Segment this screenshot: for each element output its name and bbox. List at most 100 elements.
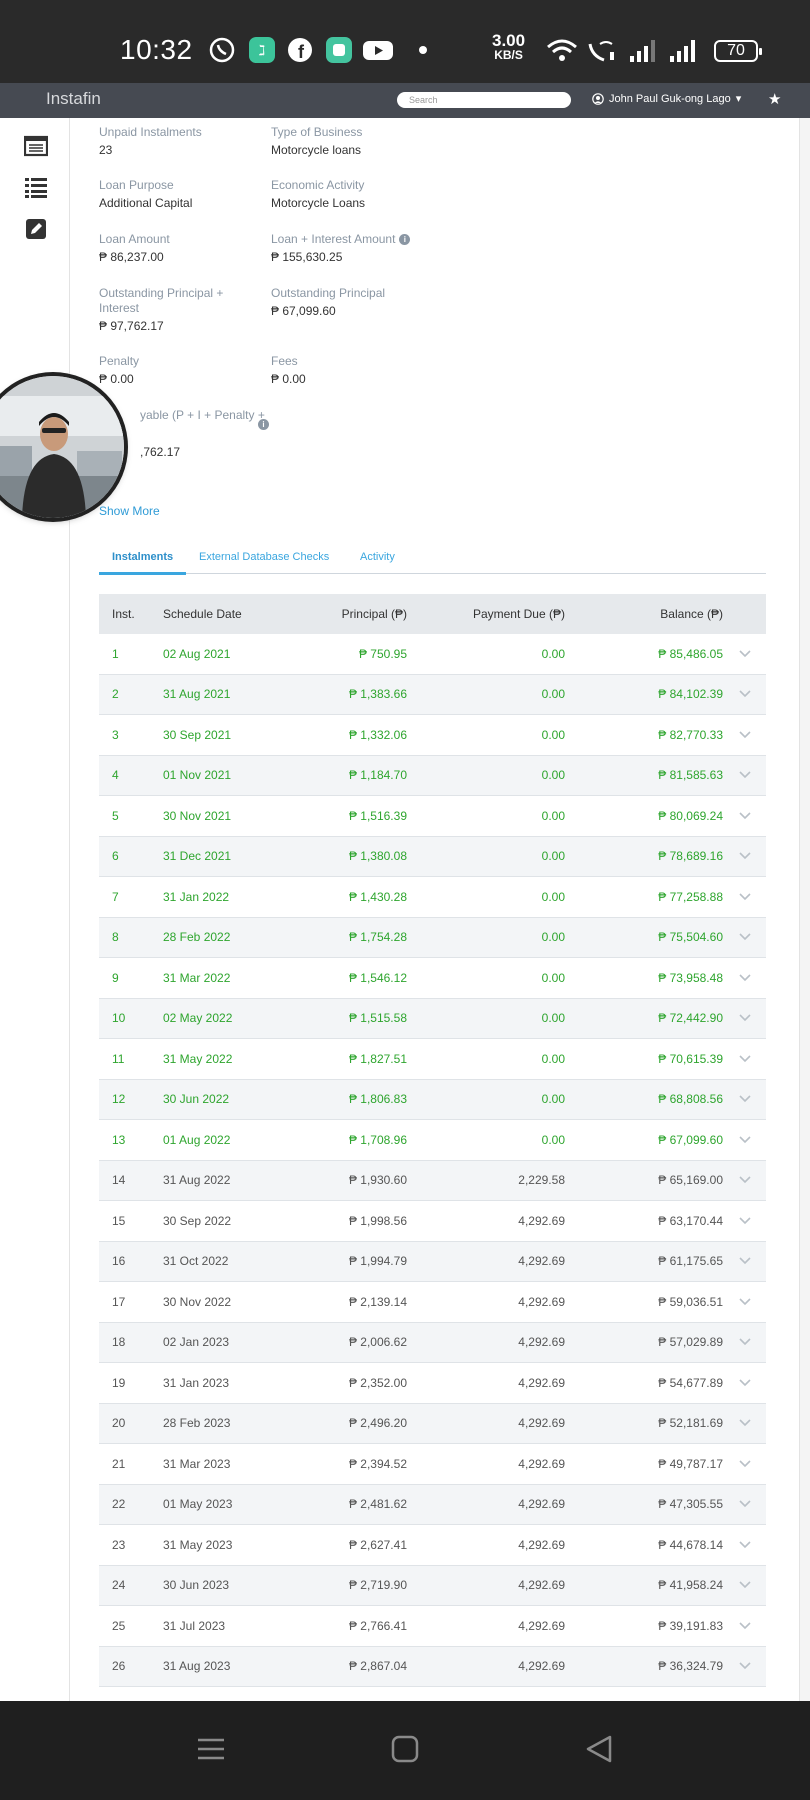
chevron-down-icon[interactable] <box>723 1254 766 1268</box>
cell-principal: ₱ 1,827.51 <box>348 1051 407 1066</box>
table-row[interactable]: 10 02 May 2022 ₱ 1,515.58 0.00 ₱ 72,442.90 <box>99 998 766 1039</box>
info-icon[interactable]: i <box>258 419 269 430</box>
table-row[interactable]: 8 28 Feb 2022 ₱ 1,754.28 0.00 ₱ 75,504.60 <box>99 917 766 958</box>
chevron-down-icon[interactable] <box>723 1538 766 1552</box>
table-row[interactable]: 23 31 May 2023 ₱ 2,627.41 4,292.69 ₱ 44,678.… <box>99 1525 766 1566</box>
chevron-down-icon[interactable] <box>723 971 766 985</box>
cell-inst: 26 <box>112 1659 126 1674</box>
cell-principal: ₱ 1,332.06 <box>348 727 407 742</box>
chevron-down-icon[interactable] <box>723 1457 766 1471</box>
cell-inst: 5 <box>112 808 119 823</box>
chevron-down-icon[interactable] <box>723 1295 766 1309</box>
bullet-list-icon[interactable] <box>24 176 48 198</box>
col-schedule-date: Schedule Date <box>163 607 242 621</box>
tab-activity[interactable]: Activity <box>360 551 395 563</box>
tab-external-database-checks[interactable]: External Database Checks <box>199 551 329 563</box>
cell-schedule-date: 31 Aug 2021 <box>163 687 231 702</box>
table-row[interactable]: 26 31 Aug 2023 ₱ 2,867.04 4,292.69 ₱ 36,324.… <box>99 1646 766 1687</box>
cell-principal: ₱ 1,994.79 <box>348 1254 407 1269</box>
chevron-down-icon[interactable] <box>723 1052 766 1066</box>
main-content: Unpaid Instalments 23 Type of Business M… <box>0 118 810 1701</box>
cell-balance: ₱ 65,169.00 <box>658 1173 723 1188</box>
info-icon[interactable]: i <box>399 234 411 246</box>
table-row[interactable]: 15 30 Sep 2022 ₱ 1,998.56 4,292.69 ₱ 63,170.… <box>99 1201 766 1242</box>
search-input[interactable]: Search <box>397 92 571 108</box>
table-row[interactable]: 2 31 Aug 2021 ₱ 1,383.66 0.00 ₱ 84,102.39 <box>99 674 766 715</box>
scrollbar[interactable] <box>800 118 810 1701</box>
chevron-down-icon[interactable] <box>723 1335 766 1349</box>
user-menu[interactable]: John Paul Guk-ong Lago ▾ <box>592 92 741 105</box>
table-body: 1 02 Aug 2021 ₱ 750.95 0.00 ₱ 85,486.05 2 31 A… <box>99 634 766 1687</box>
chevron-down-icon[interactable] <box>723 1011 766 1025</box>
list-view-icon[interactable] <box>24 135 48 157</box>
chevron-down-icon[interactable] <box>723 768 766 782</box>
chevron-down-icon[interactable] <box>723 1173 766 1187</box>
chevron-down-icon[interactable] <box>723 687 766 701</box>
table-row[interactable]: 6 31 Dec 2021 ₱ 1,380.08 0.00 ₱ 78,689.16 <box>99 836 766 877</box>
cell-balance: ₱ 85,486.05 <box>658 646 723 661</box>
table-row[interactable]: 20 28 Feb 2023 ₱ 2,496.20 4,292.69 ₱ 52,181.… <box>99 1403 766 1444</box>
table-row[interactable]: 4 01 Nov 2021 ₱ 1,184.70 0.00 ₱ 81,585.63 <box>99 755 766 796</box>
cell-schedule-date: 31 Jan 2022 <box>163 889 230 904</box>
table-row[interactable]: 5 30 Nov 2021 ₱ 1,516.39 0.00 ₱ 80,069.24 <box>99 796 766 837</box>
chevron-down-icon[interactable] <box>723 1376 766 1390</box>
chevron-down-icon[interactable] <box>723 1659 766 1673</box>
table-row[interactable]: 1 02 Aug 2021 ₱ 750.95 0.00 ₱ 85,486.05 <box>99 634 766 675</box>
chevron-down-icon[interactable] <box>723 1214 766 1228</box>
chevron-down-icon[interactable] <box>723 890 766 904</box>
chevron-down-icon[interactable] <box>723 728 766 742</box>
home-icon[interactable] <box>390 1734 420 1764</box>
app-brand[interactable]: Instafin <box>46 89 101 109</box>
edit-icon[interactable] <box>24 218 48 240</box>
cell-schedule-date: 01 May 2023 <box>163 1497 233 1512</box>
cell-schedule-date: 30 Jun 2022 <box>163 1092 230 1107</box>
cell-schedule-date: 30 Sep 2022 <box>163 1213 232 1228</box>
cell-principal: ₱ 1,515.58 <box>348 1011 407 1026</box>
tab-instalments[interactable]: Instalments <box>112 551 173 563</box>
table-row[interactable]: 18 02 Jan 2023 ₱ 2,006.62 4,292.69 ₱ 57,029.… <box>99 1322 766 1363</box>
cell-inst: 14 <box>112 1173 126 1188</box>
table-row[interactable]: 12 30 Jun 2022 ₱ 1,806.83 0.00 ₱ 68,808.56 <box>99 1079 766 1120</box>
chevron-down-icon[interactable] <box>723 1133 766 1147</box>
chevron-down-icon[interactable] <box>723 809 766 823</box>
cell-balance: ₱ 44,678.14 <box>658 1537 723 1552</box>
table-row[interactable]: 11 31 May 2022 ₱ 1,827.51 0.00 ₱ 70,615.39 <box>99 1039 766 1080</box>
cell-balance: ₱ 36,324.79 <box>658 1659 723 1674</box>
table-row[interactable]: 16 31 Oct 2022 ₱ 1,994.79 4,292.69 ₱ 61,175.… <box>99 1241 766 1282</box>
chevron-down-icon[interactable] <box>723 1416 766 1430</box>
chat-head-avatar[interactable] <box>0 376 124 518</box>
cell-balance: ₱ 67,099.60 <box>658 1132 723 1147</box>
table-row[interactable]: 25 31 Jul 2023 ₱ 2,766.41 4,292.69 ₱ 39,191.… <box>99 1606 766 1647</box>
cell-principal: ₱ 1,708.96 <box>348 1132 407 1147</box>
table-row[interactable]: 7 31 Jan 2022 ₱ 1,430.28 0.00 ₱ 77,258.88 <box>99 877 766 918</box>
cell-inst: 15 <box>112 1213 126 1228</box>
table-row[interactable]: 21 31 Mar 2023 ₱ 2,394.52 4,292.69 ₱ 49,787.… <box>99 1444 766 1485</box>
back-icon[interactable] <box>584 1734 614 1764</box>
table-row[interactable]: 22 01 May 2023 ₱ 2,481.62 4,292.69 ₱ 47,305.… <box>99 1484 766 1525</box>
instalments-table: Inst. Schedule Date Principal (₱) Paymen… <box>99 594 766 1687</box>
cell-inst: 18 <box>112 1335 126 1350</box>
menu-icon[interactable] <box>196 1734 226 1764</box>
cell-inst: 20 <box>112 1416 126 1431</box>
chevron-down-icon[interactable] <box>723 1619 766 1633</box>
chevron-down-icon[interactable] <box>723 1497 766 1511</box>
cell-principal: ₱ 1,383.66 <box>348 687 407 702</box>
table-row[interactable]: 19 31 Jan 2023 ₱ 2,352.00 4,292.69 ₱ 54,677.… <box>99 1363 766 1404</box>
chevron-down-icon[interactable] <box>723 1578 766 1592</box>
show-more-link[interactable]: Show More <box>99 504 160 518</box>
cell-inst: 9 <box>112 970 119 985</box>
chevron-down-icon[interactable] <box>723 930 766 944</box>
table-row[interactable]: 9 31 Mar 2022 ₱ 1,546.12 0.00 ₱ 73,958.48 <box>99 958 766 999</box>
field-loan-purpose: Loan Purpose Additional Capital <box>99 178 193 210</box>
table-row[interactable]: 17 30 Nov 2022 ₱ 2,139.14 4,292.69 ₱ 59,036.… <box>99 1282 766 1323</box>
chevron-down-icon[interactable] <box>723 849 766 863</box>
table-row[interactable]: 13 01 Aug 2022 ₱ 1,708.96 0.00 ₱ 67,099.60 <box>99 1120 766 1161</box>
star-icon[interactable]: ★ <box>768 90 781 108</box>
table-row[interactable]: 14 31 Aug 2022 ₱ 1,930.60 2,229.58 ₱ 65,169.… <box>99 1160 766 1201</box>
cell-principal: ₱ 1,806.83 <box>348 1092 407 1107</box>
table-row[interactable]: 24 30 Jun 2023 ₱ 2,719.90 4,292.69 ₱ 41,958.… <box>99 1565 766 1606</box>
chevron-down-icon[interactable] <box>723 1092 766 1106</box>
svg-text:f: f <box>298 42 305 62</box>
table-row[interactable]: 3 30 Sep 2021 ₱ 1,332.06 0.00 ₱ 82,770.33 <box>99 715 766 756</box>
chevron-down-icon[interactable] <box>723 647 766 661</box>
